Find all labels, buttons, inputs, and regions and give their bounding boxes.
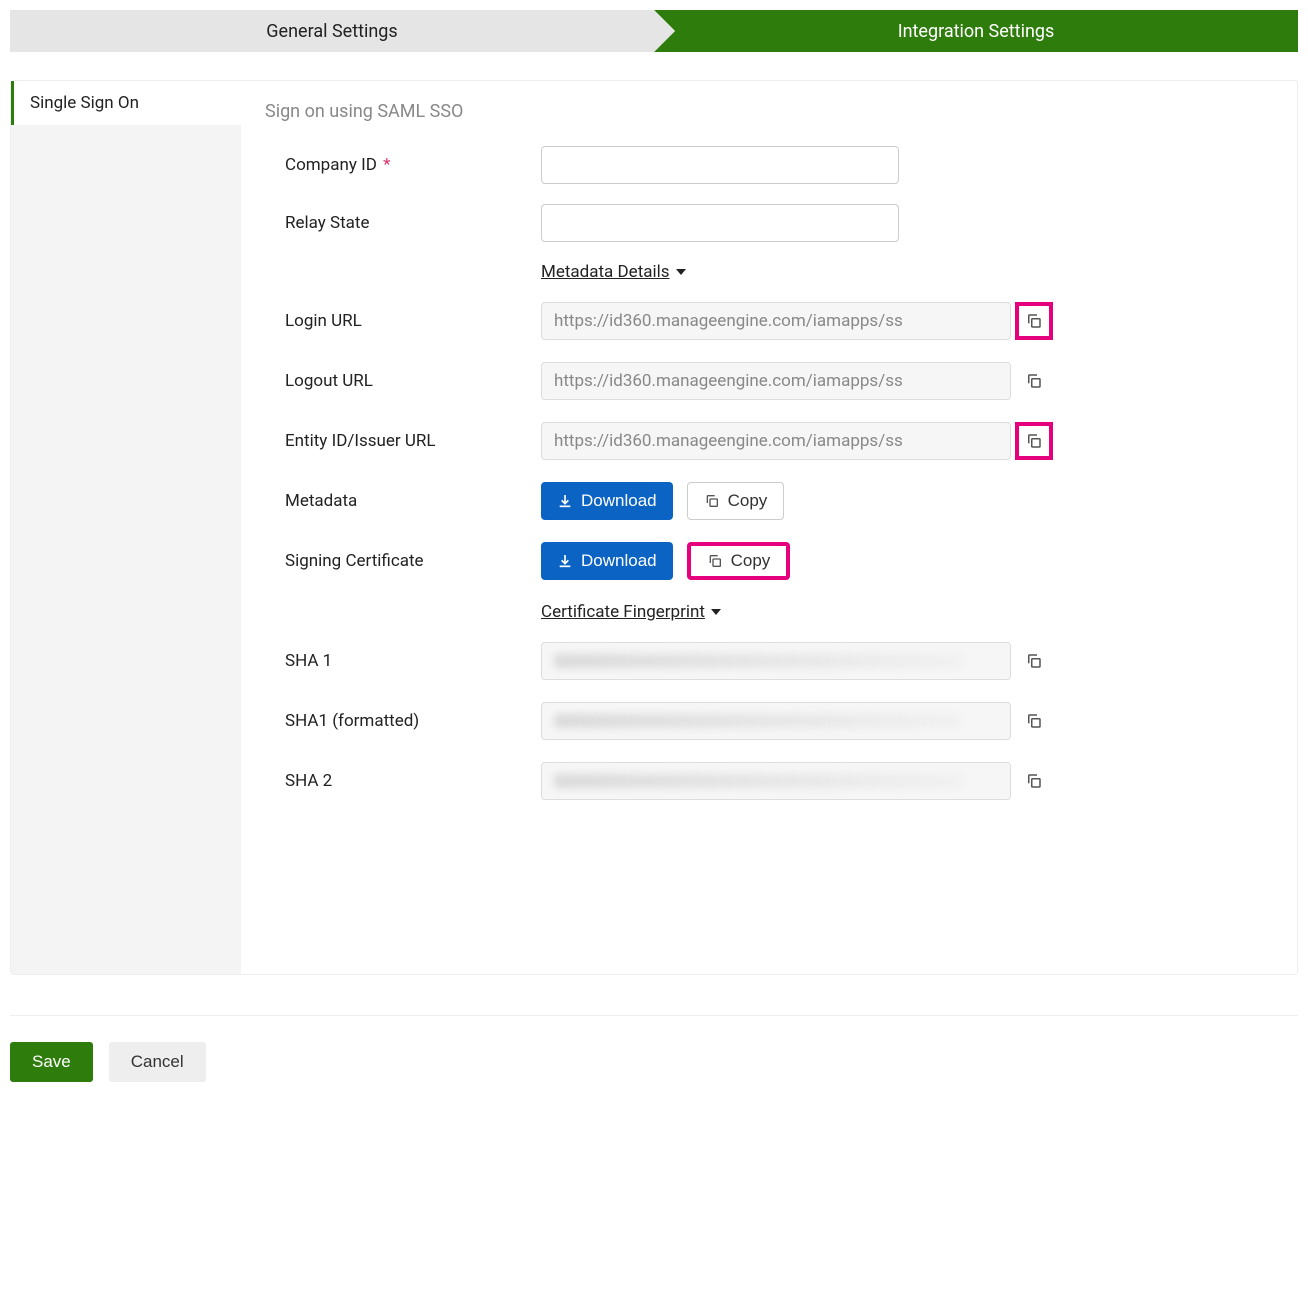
chevron-down-icon bbox=[711, 609, 721, 615]
sha1-value bbox=[541, 642, 1011, 680]
row-sha1: SHA 1 bbox=[265, 642, 1273, 680]
copy-icon bbox=[1025, 712, 1043, 730]
button-label: Save bbox=[32, 1052, 71, 1071]
value-text: https://id360.manageengine.com/iamapps/s… bbox=[554, 431, 903, 451]
label-sha1: SHA 1 bbox=[265, 651, 541, 671]
tab-integration-settings[interactable]: Integration Settings bbox=[654, 10, 1298, 52]
download-signing-cert-button[interactable]: Download bbox=[541, 542, 673, 580]
copy-icon bbox=[1025, 432, 1043, 450]
button-label: Download bbox=[581, 491, 657, 511]
toggle-label: Certificate Fingerprint bbox=[541, 602, 705, 622]
copy-sha1-formatted-button[interactable] bbox=[1015, 702, 1053, 740]
tab-general-settings[interactable]: General Settings bbox=[10, 10, 654, 52]
copy-logout-url-button[interactable] bbox=[1015, 362, 1053, 400]
copy-sha2-button[interactable] bbox=[1015, 762, 1053, 800]
label-logout-url: Logout URL bbox=[265, 371, 541, 391]
button-label: Download bbox=[581, 551, 657, 571]
label-sha1-formatted: SHA1 (formatted) bbox=[265, 711, 541, 731]
cert-fingerprint-toggle[interactable]: Certificate Fingerprint bbox=[541, 602, 721, 622]
settings-panel: Single Sign On Sign on using SAML SSO Co… bbox=[10, 80, 1298, 975]
copy-icon bbox=[1025, 772, 1043, 790]
download-icon bbox=[557, 493, 573, 509]
copy-sha1-button[interactable] bbox=[1015, 642, 1053, 680]
row-cert-fingerprint-toggle: Certificate Fingerprint bbox=[265, 602, 1273, 622]
logout-url-value: https://id360.manageengine.com/iamapps/s… bbox=[541, 362, 1011, 400]
metadata-details-toggle[interactable]: Metadata Details bbox=[541, 262, 686, 282]
toggle-label: Metadata Details bbox=[541, 262, 670, 282]
row-logout-url: Logout URL https://id360.manageengine.co… bbox=[265, 362, 1273, 400]
button-label: Cancel bbox=[131, 1052, 184, 1071]
label-metadata: Metadata bbox=[265, 491, 541, 511]
footer-actions: Save Cancel bbox=[10, 1015, 1298, 1082]
tab-label: General Settings bbox=[266, 21, 397, 42]
wizard-tabs: General Settings Integration Settings bbox=[10, 10, 1298, 52]
copy-icon bbox=[1025, 372, 1043, 390]
tab-label: Integration Settings bbox=[898, 21, 1055, 42]
download-metadata-button[interactable]: Download bbox=[541, 482, 673, 520]
company-id-input[interactable] bbox=[541, 146, 899, 184]
value-text: https://id360.manageengine.com/iamapps/s… bbox=[554, 311, 903, 331]
row-relay-state: Relay State bbox=[265, 204, 1273, 242]
row-company-id: Company ID * bbox=[265, 146, 1273, 184]
page-subtitle: Sign on using SAML SSO bbox=[265, 101, 1273, 122]
row-entity-id: Entity ID/Issuer URL https://id360.manag… bbox=[265, 422, 1273, 460]
sha1-formatted-value bbox=[541, 702, 1011, 740]
label-text: Company ID bbox=[285, 155, 377, 175]
copy-icon bbox=[1025, 652, 1043, 670]
label-relay-state: Relay State bbox=[265, 213, 541, 233]
row-sha1-formatted: SHA1 (formatted) bbox=[265, 702, 1273, 740]
sha2-value bbox=[541, 762, 1011, 800]
content-area: Sign on using SAML SSO Company ID * Rela… bbox=[241, 81, 1297, 974]
copy-login-url-button[interactable] bbox=[1015, 302, 1053, 340]
login-url-value: https://id360.manageengine.com/iamapps/s… bbox=[541, 302, 1011, 340]
sidebar-item-sso[interactable]: Single Sign On bbox=[11, 81, 241, 125]
label-entity-id: Entity ID/Issuer URL bbox=[265, 431, 541, 451]
relay-state-input[interactable] bbox=[541, 204, 899, 242]
download-icon bbox=[557, 553, 573, 569]
copy-entity-id-button[interactable] bbox=[1015, 422, 1053, 460]
chevron-down-icon bbox=[676, 269, 686, 275]
row-metadata-details-toggle: Metadata Details bbox=[265, 262, 1273, 282]
row-login-url: Login URL https://id360.manageengine.com… bbox=[265, 302, 1273, 340]
copy-metadata-button[interactable]: Copy bbox=[687, 482, 785, 520]
required-marker: * bbox=[383, 155, 390, 175]
sidebar-item-label: Single Sign On bbox=[30, 93, 139, 113]
copy-icon bbox=[707, 553, 723, 569]
row-sha2: SHA 2 bbox=[265, 762, 1273, 800]
sidebar: Single Sign On bbox=[11, 81, 241, 974]
row-signing-cert: Signing Certificate Download Copy bbox=[265, 542, 1273, 580]
row-metadata: Metadata Download Copy bbox=[265, 482, 1273, 520]
label-login-url: Login URL bbox=[265, 311, 541, 331]
copy-icon bbox=[1025, 312, 1043, 330]
value-text: https://id360.manageengine.com/iamapps/s… bbox=[554, 371, 903, 391]
copy-icon bbox=[704, 493, 720, 509]
button-label: Copy bbox=[728, 491, 768, 511]
save-button[interactable]: Save bbox=[10, 1042, 93, 1082]
copy-signing-cert-button[interactable]: Copy bbox=[687, 542, 791, 580]
button-label: Copy bbox=[731, 551, 771, 571]
label-signing-cert: Signing Certificate bbox=[265, 551, 541, 571]
entity-id-value: https://id360.manageengine.com/iamapps/s… bbox=[541, 422, 1011, 460]
cancel-button[interactable]: Cancel bbox=[109, 1042, 206, 1082]
label-sha2: SHA 2 bbox=[265, 771, 541, 791]
label-company-id: Company ID * bbox=[265, 155, 541, 175]
